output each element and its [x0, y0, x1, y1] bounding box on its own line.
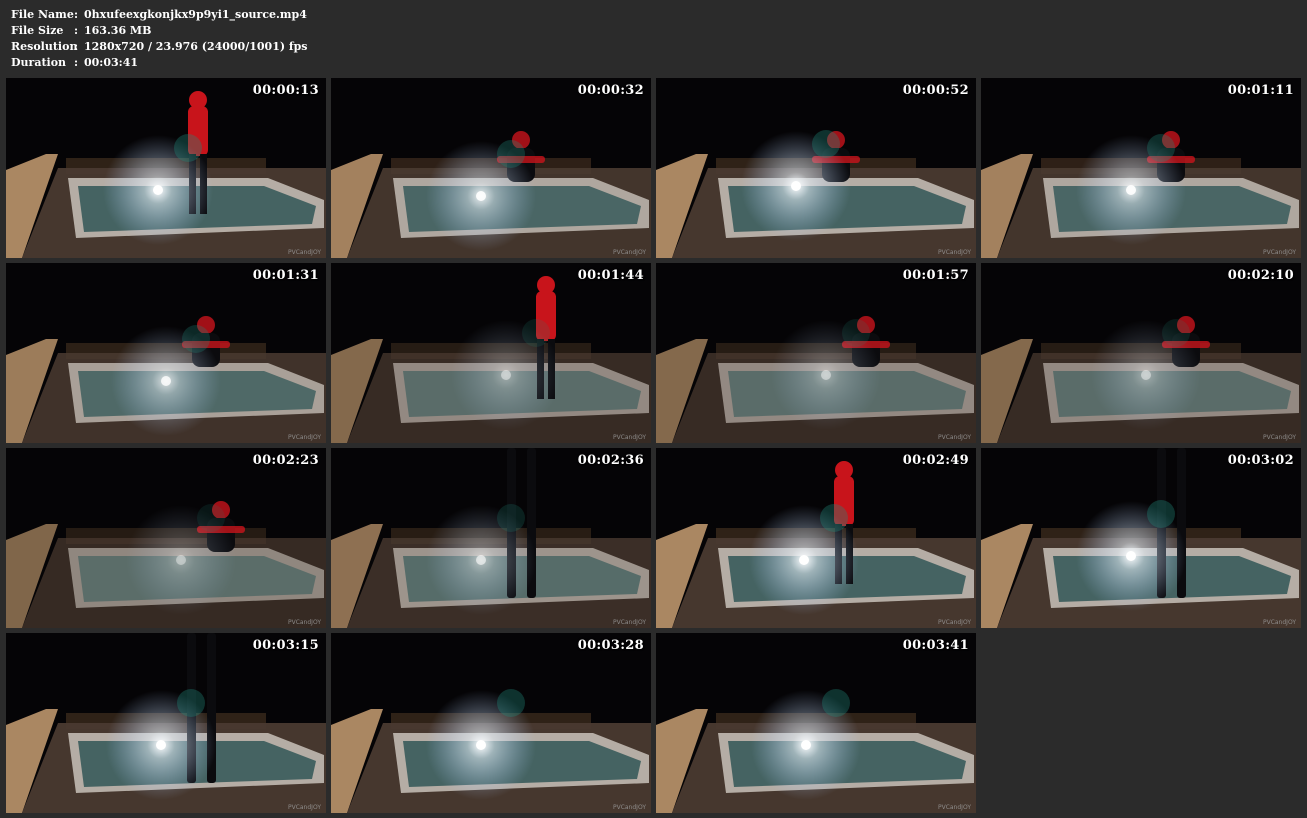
thumbnail-frame-image: [6, 78, 326, 258]
thumbnail-timestamp: 00:00:32: [577, 83, 644, 98]
thumbnail-frame-image: [331, 78, 651, 258]
video-thumbnail[interactable]: 00:03:02 PVCandJOY: [981, 448, 1301, 628]
duration-value: 00:03:41: [84, 56, 139, 69]
file-size-value: 163.36 MB: [84, 24, 152, 37]
file-name-label: File Name: [11, 8, 74, 21]
resolution-label: Resolution: [11, 40, 78, 53]
separator: :: [74, 24, 79, 37]
video-thumbnail[interactable]: 00:01:44 PVCandJOY: [331, 263, 651, 443]
thumbnail-timestamp: 00:00:52: [902, 83, 969, 98]
thumbnail-frame-image: [656, 448, 976, 628]
thumbnail-frame-image: [331, 448, 651, 628]
thumbnail-timestamp: 00:02:10: [1227, 268, 1294, 283]
thumbnail-frame-image: [656, 263, 976, 443]
thumbnail-watermark: PVCandJOY: [612, 619, 646, 626]
file-info-panel: File Name : 0hxufeexgkonjkx9p9yi1_source…: [11, 7, 308, 71]
thumbnail-timestamp: 00:01:57: [902, 268, 969, 283]
thumbnail-timestamp: 00:01:44: [577, 268, 644, 283]
video-thumbnail[interactable]: 00:01:31 PVCandJOY: [6, 263, 326, 443]
thumbnail-watermark: PVCandJOY: [937, 619, 971, 626]
file-size-row: File Size : 163.36 MB: [11, 23, 308, 39]
thumbnail-frame-image: [331, 263, 651, 443]
video-thumbnail[interactable]: 00:03:28 PVCandJOY: [331, 633, 651, 813]
thumbnail-watermark: PVCandJOY: [1262, 619, 1296, 626]
thumbnail-timestamp: 00:01:11: [1227, 83, 1294, 98]
thumbnail-timestamp: 00:02:36: [577, 453, 644, 468]
thumbnail-watermark: PVCandJOY: [287, 804, 321, 811]
thumbnail-frame-image: [981, 263, 1301, 443]
video-thumbnail[interactable]: 00:02:49 PVCandJOY: [656, 448, 976, 628]
video-thumbnail[interactable]: 00:00:32 PVCandJOY: [331, 78, 651, 258]
file-name-row: File Name : 0hxufeexgkonjkx9p9yi1_source…: [11, 7, 308, 23]
thumbnail-timestamp: 00:01:31: [252, 268, 319, 283]
thumbnail-frame-image: [6, 448, 326, 628]
thumbnail-timestamp: 00:03:15: [252, 638, 319, 653]
video-thumbnail[interactable]: 00:02:36 PVCandJOY: [331, 448, 651, 628]
thumbnail-frame-image: [981, 78, 1301, 258]
thumbnail-watermark: PVCandJOY: [937, 249, 971, 256]
resolution-value: 1280x720 / 23.976 (24000/1001) fps: [84, 40, 308, 53]
thumbnail-watermark: PVCandJOY: [287, 249, 321, 256]
video-thumbnail[interactable]: 00:00:52 PVCandJOY: [656, 78, 976, 258]
thumbnail-timestamp: 00:02:49: [902, 453, 969, 468]
thumbnail-watermark: PVCandJOY: [287, 619, 321, 626]
duration-row: Duration : 00:03:41: [11, 55, 308, 71]
thumbnail-timestamp: 00:03:41: [902, 638, 969, 653]
thumbnail-frame-image: [331, 633, 651, 813]
thumbnail-frame-image: [6, 263, 326, 443]
thumbnail-timestamp: 00:00:13: [252, 83, 319, 98]
video-thumbnail[interactable]: 00:03:41 PVCandJOY: [656, 633, 976, 813]
thumbnail-watermark: PVCandJOY: [612, 249, 646, 256]
file-name-value: 0hxufeexgkonjkx9p9yi1_source.mp4: [84, 8, 307, 21]
thumbnail-watermark: PVCandJOY: [937, 804, 971, 811]
video-thumbnail[interactable]: 00:01:57 PVCandJOY: [656, 263, 976, 443]
thumbnail-timestamp: 00:03:28: [577, 638, 644, 653]
video-thumbnail[interactable]: 00:03:15 PVCandJOY: [6, 633, 326, 813]
thumbnail-frame-image: [656, 633, 976, 813]
thumbnail-frame-image: [6, 633, 326, 813]
duration-label: Duration: [11, 56, 67, 69]
separator: :: [74, 40, 79, 53]
video-thumbnail[interactable]: 00:01:11 PVCandJOY: [981, 78, 1301, 258]
thumbnail-timestamp: 00:03:02: [1227, 453, 1294, 468]
thumbnail-watermark: PVCandJOY: [1262, 249, 1296, 256]
thumbnail-timestamp: 00:02:23: [252, 453, 319, 468]
file-size-label: File Size: [11, 24, 64, 37]
separator: :: [74, 56, 79, 69]
video-thumbnail[interactable]: 00:02:23 PVCandJOY: [6, 448, 326, 628]
resolution-row: Resolution : 1280x720 / 23.976 (24000/10…: [11, 39, 308, 55]
thumbnail-watermark: PVCandJOY: [1262, 434, 1296, 441]
separator: :: [74, 8, 79, 21]
thumbnail-watermark: PVCandJOY: [937, 434, 971, 441]
video-thumbnail[interactable]: 00:02:10 PVCandJOY: [981, 263, 1301, 443]
thumbnail-grid: 00:00:13 PVCandJOY 00:00:32 PVCandJOY 00:0…: [6, 78, 1301, 813]
thumbnail-watermark: PVCandJOY: [287, 434, 321, 441]
thumbnail-frame-image: [656, 78, 976, 258]
video-thumbnail[interactable]: 00:00:13 PVCandJOY: [6, 78, 326, 258]
thumbnail-watermark: PVCandJOY: [612, 804, 646, 811]
thumbnail-watermark: PVCandJOY: [612, 434, 646, 441]
thumbnail-frame-image: [981, 448, 1301, 628]
